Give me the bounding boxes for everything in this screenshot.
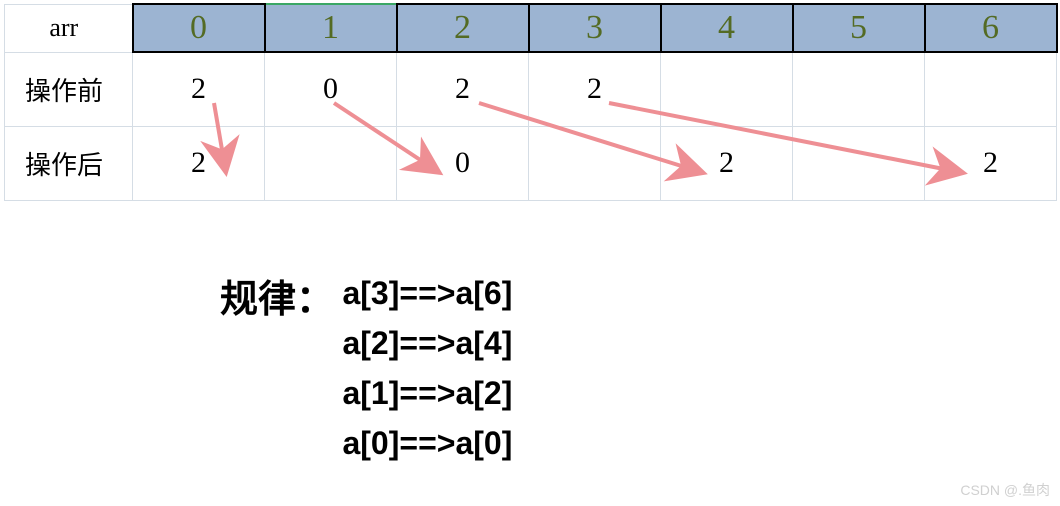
before-6 xyxy=(925,52,1057,126)
index-6: 6 xyxy=(925,4,1057,52)
after-3 xyxy=(529,126,661,200)
before-row: 操作前 2 0 2 2 xyxy=(5,52,1057,126)
before-0: 2 xyxy=(133,52,265,126)
index-row: arr 0 1 2 3 4 5 6 xyxy=(5,4,1057,52)
after-label: 操作后 xyxy=(5,126,133,200)
rule-0: a[3]==>a[6] xyxy=(342,268,512,318)
index-2: 2 xyxy=(397,4,529,52)
before-4 xyxy=(661,52,793,126)
before-1: 0 xyxy=(265,52,397,126)
after-1 xyxy=(265,126,397,200)
rule-3: a[0]==>a[0] xyxy=(342,418,512,468)
after-4: 2 xyxy=(661,126,793,200)
index-4: 4 xyxy=(661,4,793,52)
rule-2: a[1]==>a[2] xyxy=(342,368,512,418)
after-5 xyxy=(793,126,925,200)
index-1: 1 xyxy=(265,4,397,52)
before-2: 2 xyxy=(397,52,529,126)
after-0: 2 xyxy=(133,126,265,200)
after-6: 2 xyxy=(925,126,1057,200)
after-2: 0 xyxy=(397,126,529,200)
rules-lines: a[3]==>a[6] a[2]==>a[4] a[1]==>a[2] a[0]… xyxy=(342,268,512,468)
watermark: CSDN @.鱼肉 xyxy=(960,480,1050,500)
rules-title: 规律： xyxy=(220,268,334,323)
array-table: arr 0 1 2 3 4 5 6 操作前 2 0 2 2 操作后 2 0 2 … xyxy=(4,3,1058,201)
before-5 xyxy=(793,52,925,126)
before-3: 2 xyxy=(529,52,661,126)
index-0: 0 xyxy=(133,4,265,52)
rule-1: a[2]==>a[4] xyxy=(342,318,512,368)
index-3: 3 xyxy=(529,4,661,52)
after-row: 操作后 2 0 2 2 xyxy=(5,126,1057,200)
index-5: 5 xyxy=(793,4,925,52)
rules-block: 规律： a[3]==>a[6] a[2]==>a[4] a[1]==>a[2] … xyxy=(220,268,512,468)
before-label: 操作前 xyxy=(5,52,133,126)
arr-label: arr xyxy=(5,4,133,52)
